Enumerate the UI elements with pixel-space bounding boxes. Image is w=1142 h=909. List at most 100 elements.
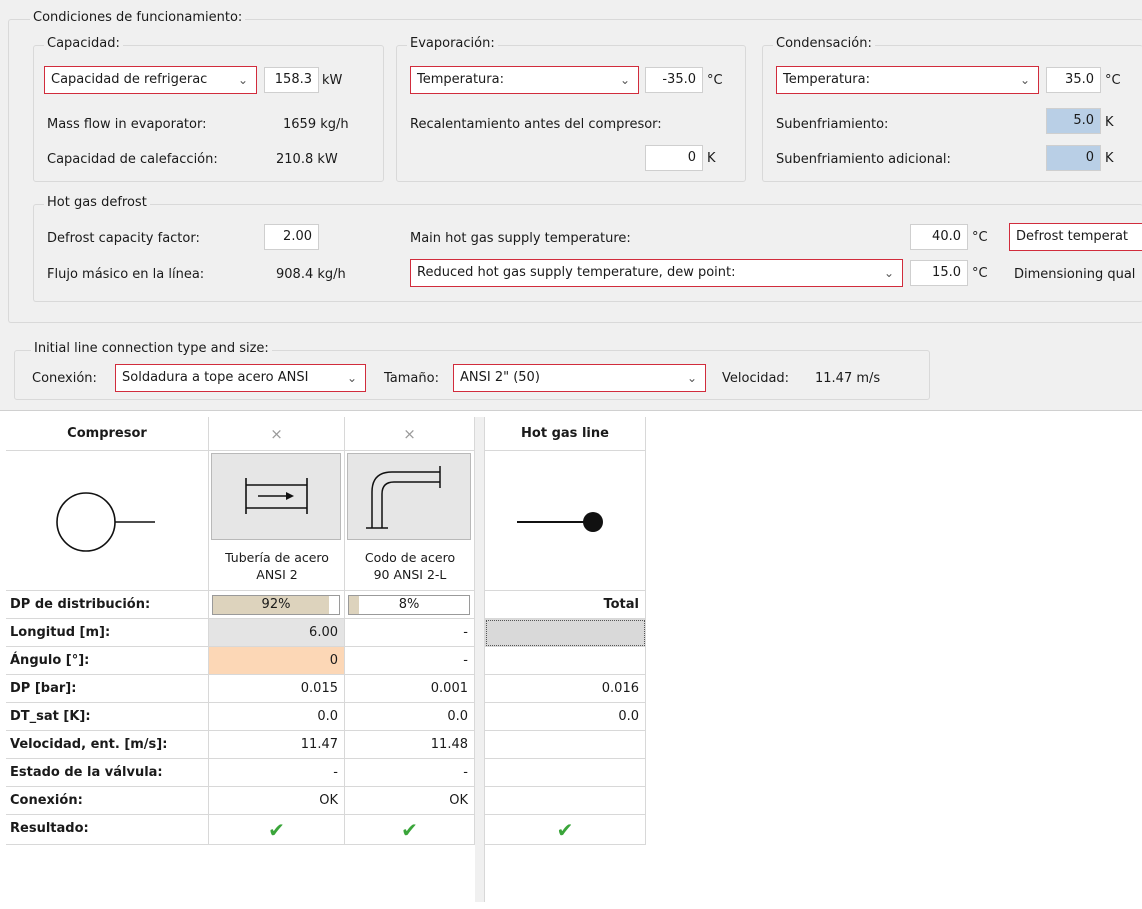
capacity-unit: kW <box>322 73 343 88</box>
dt-sat-total: 0.0 <box>485 703 646 731</box>
valve-state-value-1: - <box>209 759 345 787</box>
remove-component-2-button[interactable]: × <box>345 417 475 451</box>
compressor-icon <box>56 492 155 552</box>
subcooling-value: 5.0 <box>1046 108 1101 134</box>
defrost-factor-label: Defrost capacity factor: <box>47 231 200 246</box>
main-supply-temp-input[interactable]: 40.0 <box>910 224 968 250</box>
chevron-down-icon: ⌄ <box>346 371 357 385</box>
mass-flow-value: 1659 kg/h <box>283 117 349 132</box>
length-value-2: - <box>345 619 475 647</box>
row-label-angle: Ángulo [°]: <box>6 647 209 675</box>
row-label-distribution: DP de distribución: <box>6 591 209 619</box>
operating-conditions-title: Condiciones de funcionamiento: <box>30 10 246 26</box>
chevron-down-icon: ⌄ <box>619 73 630 87</box>
size-value: ANSI 2" (50) <box>460 370 540 385</box>
reduced-supply-temp-select[interactable]: Reduced hot gas supply temperature, dew … <box>410 259 903 287</box>
hot-gas-defrost-group <box>33 204 1142 302</box>
dt-sat-value-2: 0.0 <box>345 703 475 731</box>
component-2-caption: Codo de acero 90 ANSI 2-L <box>345 549 475 583</box>
connection-select[interactable]: Soldadura a tope acero ANSI ⌄ <box>115 364 366 392</box>
reduced-supply-temp-input[interactable]: 15.0 <box>910 260 968 286</box>
capacity-type-select[interactable]: Capacidad de refrigerac ⌄ <box>44 66 257 94</box>
connection-total <box>485 787 646 815</box>
row-label-dp: DP [bar]: <box>6 675 209 703</box>
length-total <box>485 619 646 647</box>
hot-gas-line-cell <box>485 451 646 591</box>
row-label-dt-sat: DT_sat [K]: <box>6 703 209 731</box>
angle-value-1[interactable]: 0 <box>209 647 345 675</box>
connection-value-1: OK <box>209 787 345 815</box>
component-1-caption: Tubería de acero ANSI 2 <box>209 549 345 583</box>
defrost-factor-input[interactable]: 2.00 <box>264 224 319 250</box>
size-select[interactable]: ANSI 2" (50) ⌄ <box>453 364 706 392</box>
steel-elbow-tile[interactable] <box>347 453 471 540</box>
result-check-icon-2: ✔ <box>345 815 475 845</box>
velocity-label: Velocidad: <box>722 371 790 386</box>
size-label: Tamaño: <box>384 371 439 386</box>
angle-value-2: - <box>345 647 475 675</box>
length-value-1[interactable]: 6.00 <box>209 619 345 647</box>
dimensioning-quality-label: Dimensioning qual <box>1014 267 1136 282</box>
superheat-unit: K <box>707 151 716 166</box>
distribution-cell-1: 92% <box>209 591 345 619</box>
steel-pipe-tile[interactable] <box>211 453 341 540</box>
connection-value-2: OK <box>345 787 475 815</box>
valve-state-total <box>485 759 646 787</box>
evaporation-type-value: Temperatura: <box>417 72 504 87</box>
dp-value-2: 0.001 <box>345 675 475 703</box>
chevron-down-icon: ⌄ <box>237 73 248 87</box>
capacity-input[interactable]: 158.3 <box>264 67 319 93</box>
condensation-temp-input[interactable]: 35.0 <box>1046 67 1101 93</box>
row-label-length: Longitud [m]: <box>6 619 209 647</box>
heating-capacity-label: Capacidad de calefacción: <box>47 152 218 167</box>
chevron-down-icon: ⌄ <box>686 371 697 385</box>
line-mass-flow-label: Flujo másico en la línea: <box>47 267 205 282</box>
defrost-temperature-select[interactable]: Defrost temperat <box>1009 223 1142 251</box>
dp-value-1: 0.015 <box>209 675 345 703</box>
valve-state-value-2: - <box>345 759 475 787</box>
hot-gas-defrost-title: Hot gas defrost <box>44 195 150 211</box>
elbow-icon <box>366 466 441 529</box>
subcooling-unit: K <box>1105 115 1114 130</box>
component-1-caption-line1: Tubería de acero <box>225 550 329 565</box>
subcooling-label: Subenfriamiento: <box>776 117 889 132</box>
row-label-velocity: Velocidad, ent. [m/s]: <box>6 731 209 759</box>
pipe-icon <box>245 478 308 514</box>
component-2-caption-line1: Codo de acero <box>364 550 456 565</box>
defrost-temperature-value: Defrost temperat <box>1016 229 1129 244</box>
evaporation-type-select[interactable]: Temperatura: ⌄ <box>410 66 639 94</box>
evaporation-temp-unit: °C <box>707 73 723 88</box>
column-gap <box>475 417 485 902</box>
superheat-input[interactable]: 0 <box>645 145 703 171</box>
total-label: Total <box>485 591 646 619</box>
distribution-bar-1: 92% <box>212 595 340 615</box>
chevron-down-icon: ⌄ <box>1019 73 1030 87</box>
condensation-type-value: Temperatura: <box>783 72 870 87</box>
row-label-result: Resultado: <box>6 815 209 845</box>
extra-subcooling-unit: K <box>1105 151 1114 166</box>
velocity-value-1: 11.47 <box>209 731 345 759</box>
component-1-caption-line2: ANSI 2 <box>256 567 298 582</box>
line-mass-flow-value: 908.4 kg/h <box>276 267 346 282</box>
extra-subcooling-label: Subenfriamiento adicional: <box>776 152 951 167</box>
compressor-cell <box>6 451 209 591</box>
distribution-text-2: 8% <box>398 597 420 612</box>
evaporation-temp-input[interactable]: -35.0 <box>645 67 703 93</box>
capacity-type-value: Capacidad de refrigerac <box>51 72 208 87</box>
connection-label: Conexión: <box>32 371 97 386</box>
panel-divider <box>0 410 1142 411</box>
angle-total <box>485 647 646 675</box>
superheat-label: Recalentamiento antes del compresor: <box>410 117 662 132</box>
hot-gas-line-header: Hot gas line <box>485 417 646 451</box>
condensation-type-select[interactable]: Temperatura: ⌄ <box>776 66 1039 94</box>
velocity-value: 11.47 m/s <box>815 371 881 386</box>
condensation-temp-unit: °C <box>1105 73 1121 88</box>
velocity-value-2: 11.48 <box>345 731 475 759</box>
main-supply-temp-unit: °C <box>972 230 988 245</box>
distribution-bar-2: 8% <box>348 595 470 615</box>
result-check-icon-1: ✔ <box>209 815 345 845</box>
component-2-caption-line2: 90 ANSI 2-L <box>373 567 447 582</box>
row-label-connection: Conexión: <box>6 787 209 815</box>
remove-component-1-button[interactable]: × <box>209 417 345 451</box>
velocity-total <box>485 731 646 759</box>
